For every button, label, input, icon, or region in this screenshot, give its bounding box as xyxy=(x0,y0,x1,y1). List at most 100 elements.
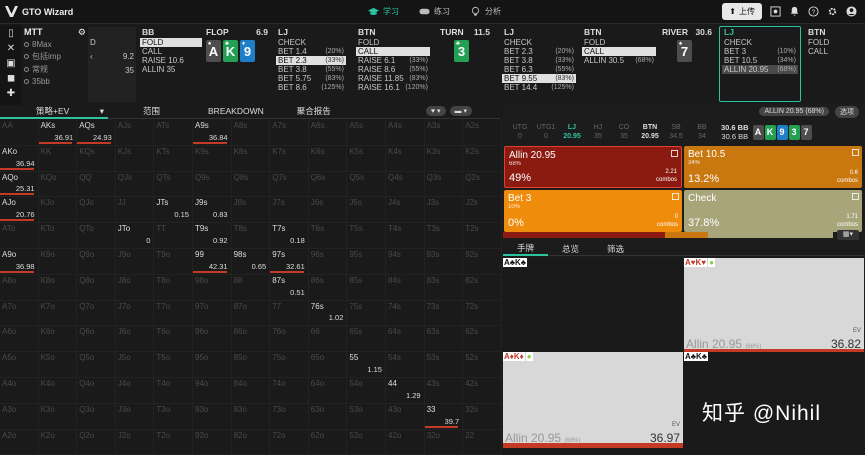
matrix-cell-J6o[interactable]: J6o xyxy=(115,326,155,353)
action-item[interactable]: BET 1.4 (20%) xyxy=(276,47,346,56)
bookmark-icon[interactable]: ▯ xyxy=(6,28,17,39)
action-item[interactable]: CHECK xyxy=(276,38,346,47)
matrix-cell-A4s[interactable]: A4s xyxy=(386,120,425,146)
matrix-cell-92o[interactable]: 92o xyxy=(193,429,232,455)
action-item[interactable]: CHECK xyxy=(502,38,576,47)
matrix-cell-J8s[interactable]: J8s xyxy=(231,197,271,224)
matrix-cell-A2o[interactable]: A2o xyxy=(0,429,39,455)
matrix-cell-QTs[interactable]: QTs xyxy=(154,171,193,198)
matrix-cell-K3s[interactable]: K3s xyxy=(424,145,464,172)
action-item[interactable]: BET 10.5 (34%) xyxy=(722,56,798,65)
matrix-cell-A8s[interactable]: A8s xyxy=(231,120,271,146)
tab-filter[interactable]: 筛选 xyxy=(593,243,638,255)
matrix-cell-73s[interactable]: 73s xyxy=(424,300,464,327)
matrix-cell-Q9o[interactable]: Q9o xyxy=(77,249,116,275)
matrix-cell-K2s[interactable]: K2s xyxy=(463,145,502,172)
action-item[interactable]: BET 2.3 (20%) xyxy=(502,47,576,56)
history-col-btn-turn[interactable]: BTN FOLD CALL ALLIN 30.5 (68%) xyxy=(582,27,656,102)
matrix-cell-77[interactable]: 77 xyxy=(270,300,309,327)
gear-icon[interactable] xyxy=(827,6,838,17)
action-item[interactable]: ALLIN 30.5 (68%) xyxy=(582,56,656,65)
matrix-cell-KTs[interactable]: KTs xyxy=(154,145,193,172)
seat-co[interactable]: CO 35 xyxy=(611,123,637,141)
matrix-cell-85o[interactable]: 85o xyxy=(231,352,271,378)
matrix-cell-64s[interactable]: 64s xyxy=(386,326,425,353)
matrix-cell-A6s[interactable]: A6s xyxy=(308,120,348,146)
tab-strategy-ev[interactable]: 策略+EV ▾ xyxy=(0,104,108,119)
matrix-cell-A9s[interactable]: A9s 36.84 xyxy=(193,120,232,146)
app-logo[interactable]: GTO Wizard xyxy=(0,6,330,17)
matrix-cell-K8o[interactable]: K8o xyxy=(38,274,78,301)
matrix-cell-AKo[interactable]: AKo 36.94 xyxy=(0,145,39,172)
matrix-cell-87s[interactable]: 87s 0.51 xyxy=(270,274,309,301)
matrix-cell-AJo[interactable]: AJo 20.76 xyxy=(0,197,39,224)
matrix-cell-T6s[interactable]: T6s xyxy=(308,223,348,249)
matrix-cell-62o[interactable]: 62o xyxy=(308,429,348,455)
matrix-cell-74o[interactable]: 74o xyxy=(270,378,309,404)
matrix-cell-63s[interactable]: 63s xyxy=(424,326,464,353)
matrix-cell-Q7s[interactable]: Q7s xyxy=(270,171,309,198)
tab-hands[interactable]: 手牌 xyxy=(503,242,549,256)
gamepad-icon[interactable]: ◼ xyxy=(6,73,17,84)
matrix-cell-T3o[interactable]: T3o xyxy=(154,403,193,430)
action-item[interactable]: BET 3.8 (55%) xyxy=(276,65,346,74)
matrix-cell-Q5o[interactable]: Q5o xyxy=(77,352,116,378)
seat-btn[interactable]: BTN 20.95 xyxy=(637,123,663,141)
matrix-cell-QJs[interactable]: QJs xyxy=(115,171,155,198)
history-col-bb[interactable]: BB FOLD CALL RAISE 10.6 ALLIN 35 xyxy=(140,27,202,102)
matrix-cell-64o[interactable]: 64o xyxy=(308,378,348,404)
matrix-cell-T4s[interactable]: T4s xyxy=(386,223,425,249)
action-item[interactable]: CALL xyxy=(806,47,864,56)
matrix-cell-93s[interactable]: 93s xyxy=(424,249,464,275)
help-icon[interactable]: ? xyxy=(808,6,819,17)
tab-overview[interactable]: 总览 xyxy=(548,243,593,255)
matrix-cell-72s[interactable]: 72s xyxy=(463,300,502,327)
history-col-flop[interactable]: FLOP 6.9 ♠ A ♣ K ♦ 9 xyxy=(204,27,270,102)
matrix-cell-J6s[interactable]: J6s xyxy=(308,197,348,224)
matrix-cell-JTo[interactable]: JTo 0 xyxy=(115,223,155,249)
matrix-cell-KJo[interactable]: KJo xyxy=(38,197,78,224)
matrix-cell-96o[interactable]: 96o xyxy=(193,326,232,353)
matrix-cell-53s[interactable]: 53s xyxy=(424,352,464,378)
tab-analyze[interactable]: 分析 xyxy=(470,6,501,17)
matrix-cell-Q6o[interactable]: Q6o xyxy=(77,326,116,353)
seat-bb[interactable]: BB 34 xyxy=(689,123,715,141)
matrix-cell-43s[interactable]: 43s xyxy=(424,378,464,404)
action-item[interactable]: BET 2.3 (33%) xyxy=(276,56,346,65)
matrix-cell-T6o[interactable]: T6o xyxy=(154,326,193,353)
matrix-cell-T8s[interactable]: T8s xyxy=(231,223,271,249)
matrix-cell-T2s[interactable]: T2s xyxy=(463,223,502,249)
matrix-cell-K3o[interactable]: K3o xyxy=(38,403,78,430)
matrix-cell-A4o[interactable]: A4o xyxy=(0,378,39,404)
matrix-cell-Q3s[interactable]: Q3s xyxy=(424,171,464,198)
matrix-cell-K9o[interactable]: K9o xyxy=(38,249,78,275)
matrix-cell-22[interactable]: 22 xyxy=(463,429,502,455)
matrix-cell-AJs[interactable]: AJs xyxy=(115,120,155,146)
matrix-cell-96s[interactable]: 96s xyxy=(308,249,348,275)
matrix-cell-A7s[interactable]: A7s xyxy=(270,120,309,146)
action-item[interactable]: ALLIN 20.95 (68%) xyxy=(722,65,798,74)
matrix-cell-Q3o[interactable]: Q3o xyxy=(77,403,116,430)
matrix-cell-J2o[interactable]: J2o xyxy=(115,429,155,455)
matrix-cell-87o[interactable]: 87o xyxy=(231,300,271,327)
matrix-cell-KJs[interactable]: KJs xyxy=(115,145,155,172)
matrix-cell-K7s[interactable]: K7s xyxy=(270,145,309,172)
matrix-cell-83o[interactable]: 83o xyxy=(231,403,271,430)
matrix-cell-55[interactable]: 55 1.15 xyxy=(347,352,386,378)
favorite-dropdown[interactable]: ♥ ▾ xyxy=(425,106,446,116)
matrix-cell-33[interactable]: 33 39.7 xyxy=(424,403,464,430)
matrix-cell-84o[interactable]: 84o xyxy=(231,378,271,404)
matrix-cell-A5o[interactable]: A5o xyxy=(0,352,39,378)
display-dropdown[interactable]: ▬ ▾ xyxy=(449,106,472,116)
save-icon[interactable]: ▣ xyxy=(6,58,17,69)
matrix-cell-A3o[interactable]: A3o xyxy=(0,403,39,430)
matrix-cell-A9o[interactable]: A9o 36.98 xyxy=(0,249,39,275)
history-col-partial[interactable]: D ‹ 9.2 35 xyxy=(88,27,136,102)
action-item[interactable]: BET 5.75 (83%) xyxy=(276,74,346,83)
matrix-cell-Q6s[interactable]: Q6s xyxy=(308,171,348,198)
action-item[interactable]: BET 3.8 (33%) xyxy=(502,56,576,65)
history-col-btn-river[interactable]: BTN FOLD CALL xyxy=(806,27,864,102)
matrix-cell-63o[interactable]: 63o xyxy=(308,403,348,430)
action-item[interactable]: RAISE 11.85 (83%) xyxy=(356,74,430,83)
matrix-cell-A5s[interactable]: A5s xyxy=(347,120,386,146)
